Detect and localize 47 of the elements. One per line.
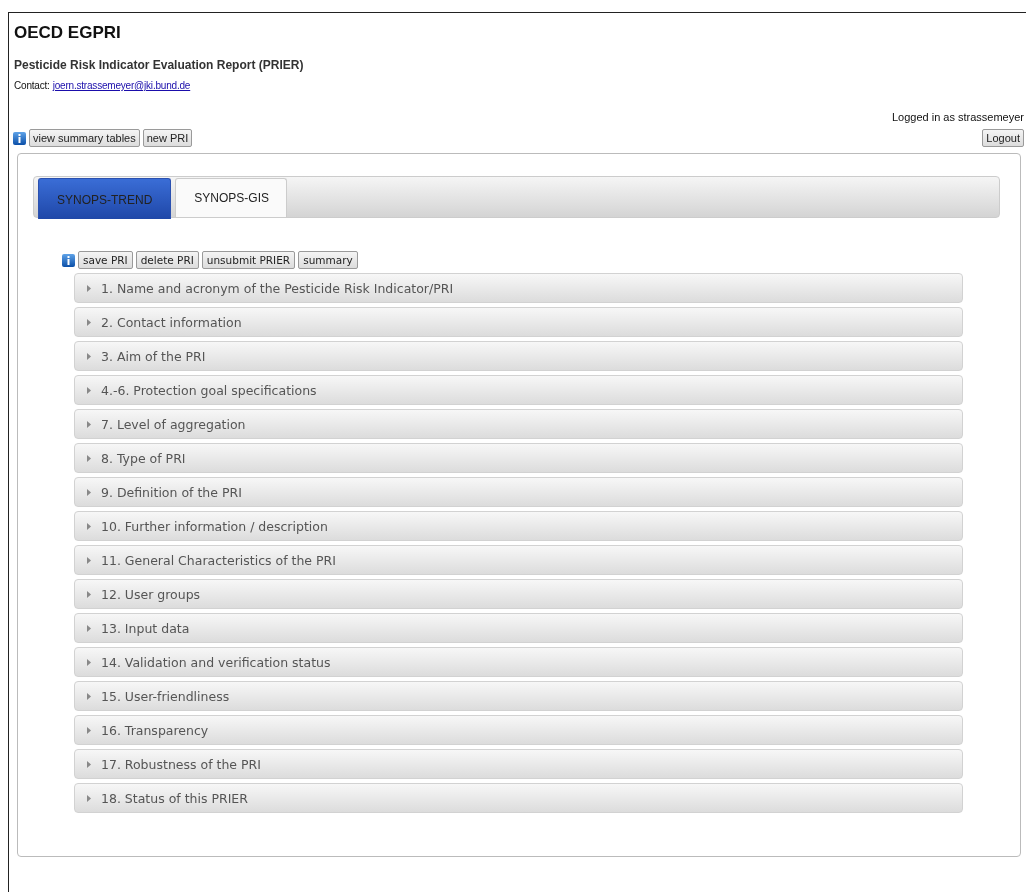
page-title: OECD EGPRI bbox=[13, 22, 122, 43]
section-header[interactable]: 1. Name and acronym of the Pesticide Risk Indicator/PRI bbox=[74, 273, 963, 303]
section-title: 9. Definition of the PRI bbox=[101, 484, 242, 500]
section-title: 16. Transparency bbox=[101, 722, 209, 738]
section-title: 12. User groups bbox=[101, 586, 201, 602]
section-header[interactable]: 11. General Characteristics of the PRI bbox=[74, 545, 963, 575]
section-title: 13. Input data bbox=[101, 620, 190, 636]
form-button[interactable]: summary bbox=[298, 251, 358, 269]
form-button[interactable]: save PRI bbox=[78, 251, 133, 269]
section-title: 4.-6. Protection goal specifications bbox=[101, 382, 317, 398]
section-title: 14. Validation and verification status bbox=[101, 654, 331, 670]
section-header[interactable]: 16. Transparency bbox=[74, 715, 963, 745]
section-title: 15. User-friendliness bbox=[101, 688, 230, 704]
section-title: 17. Robustness of the PRI bbox=[101, 756, 261, 772]
section-header[interactable]: 9. Definition of the PRI bbox=[74, 477, 963, 507]
section-title: 11. General Characteristics of the PRI bbox=[101, 552, 336, 568]
logout-button[interactable]: Logout bbox=[982, 129, 1024, 147]
section-header[interactable]: 3. Aim of the PRI bbox=[74, 341, 963, 371]
section-header[interactable]: 7. Level of aggregation bbox=[74, 409, 963, 439]
section-title: 18. Status of this PRIER bbox=[101, 790, 248, 806]
section-header[interactable]: 15. User-friendliness bbox=[74, 681, 963, 711]
section-header[interactable]: 14. Validation and verification status bbox=[74, 647, 963, 677]
section-title: 10. Further information / description bbox=[101, 518, 328, 534]
section-header[interactable]: 8. Type of PRI bbox=[74, 443, 963, 473]
info-icon[interactable] bbox=[62, 253, 75, 267]
section-header[interactable]: 2. Contact information bbox=[74, 307, 963, 337]
section-header[interactable]: 10. Further information / description bbox=[74, 511, 963, 541]
page-subtitle: Pesticide Risk Indicator Evaluation Report (PRIER) bbox=[13, 57, 305, 72]
section-title: 3. Aim of the PRI bbox=[101, 348, 206, 364]
section-title: 8. Type of PRI bbox=[101, 450, 186, 466]
section-title: 7. Level of aggregation bbox=[101, 416, 246, 432]
tab[interactable]: SYNOPS-GIS bbox=[175, 178, 288, 217]
contact-label: Contact: bbox=[14, 80, 50, 91]
section-header[interactable]: 17. Robustness of the PRI bbox=[74, 749, 963, 779]
section-header[interactable]: 18. Status of this PRIER bbox=[74, 783, 963, 813]
toolbar-button[interactable]: view summary tables bbox=[29, 129, 140, 147]
login-status: Logged in as strassemeyer bbox=[890, 110, 1025, 123]
section-title: 1. Name and acronym of the Pesticide Risk Indicator/PRI bbox=[101, 280, 454, 296]
section-header[interactable]: 13. Input data bbox=[74, 613, 963, 643]
form-button[interactable]: delete PRI bbox=[135, 251, 199, 269]
info-icon[interactable] bbox=[13, 131, 26, 145]
section-title: 2. Contact information bbox=[101, 314, 242, 330]
section-header[interactable]: 4.-6. Protection goal specifications bbox=[74, 375, 963, 405]
toolbar-button[interactable]: new PRI bbox=[142, 129, 193, 147]
section-header[interactable]: 12. User groups bbox=[74, 579, 963, 609]
form-button[interactable]: unsubmit PRIER bbox=[201, 251, 296, 269]
email-link[interactable]: joern.strassemeyer@jki.bund.de bbox=[52, 80, 191, 91]
